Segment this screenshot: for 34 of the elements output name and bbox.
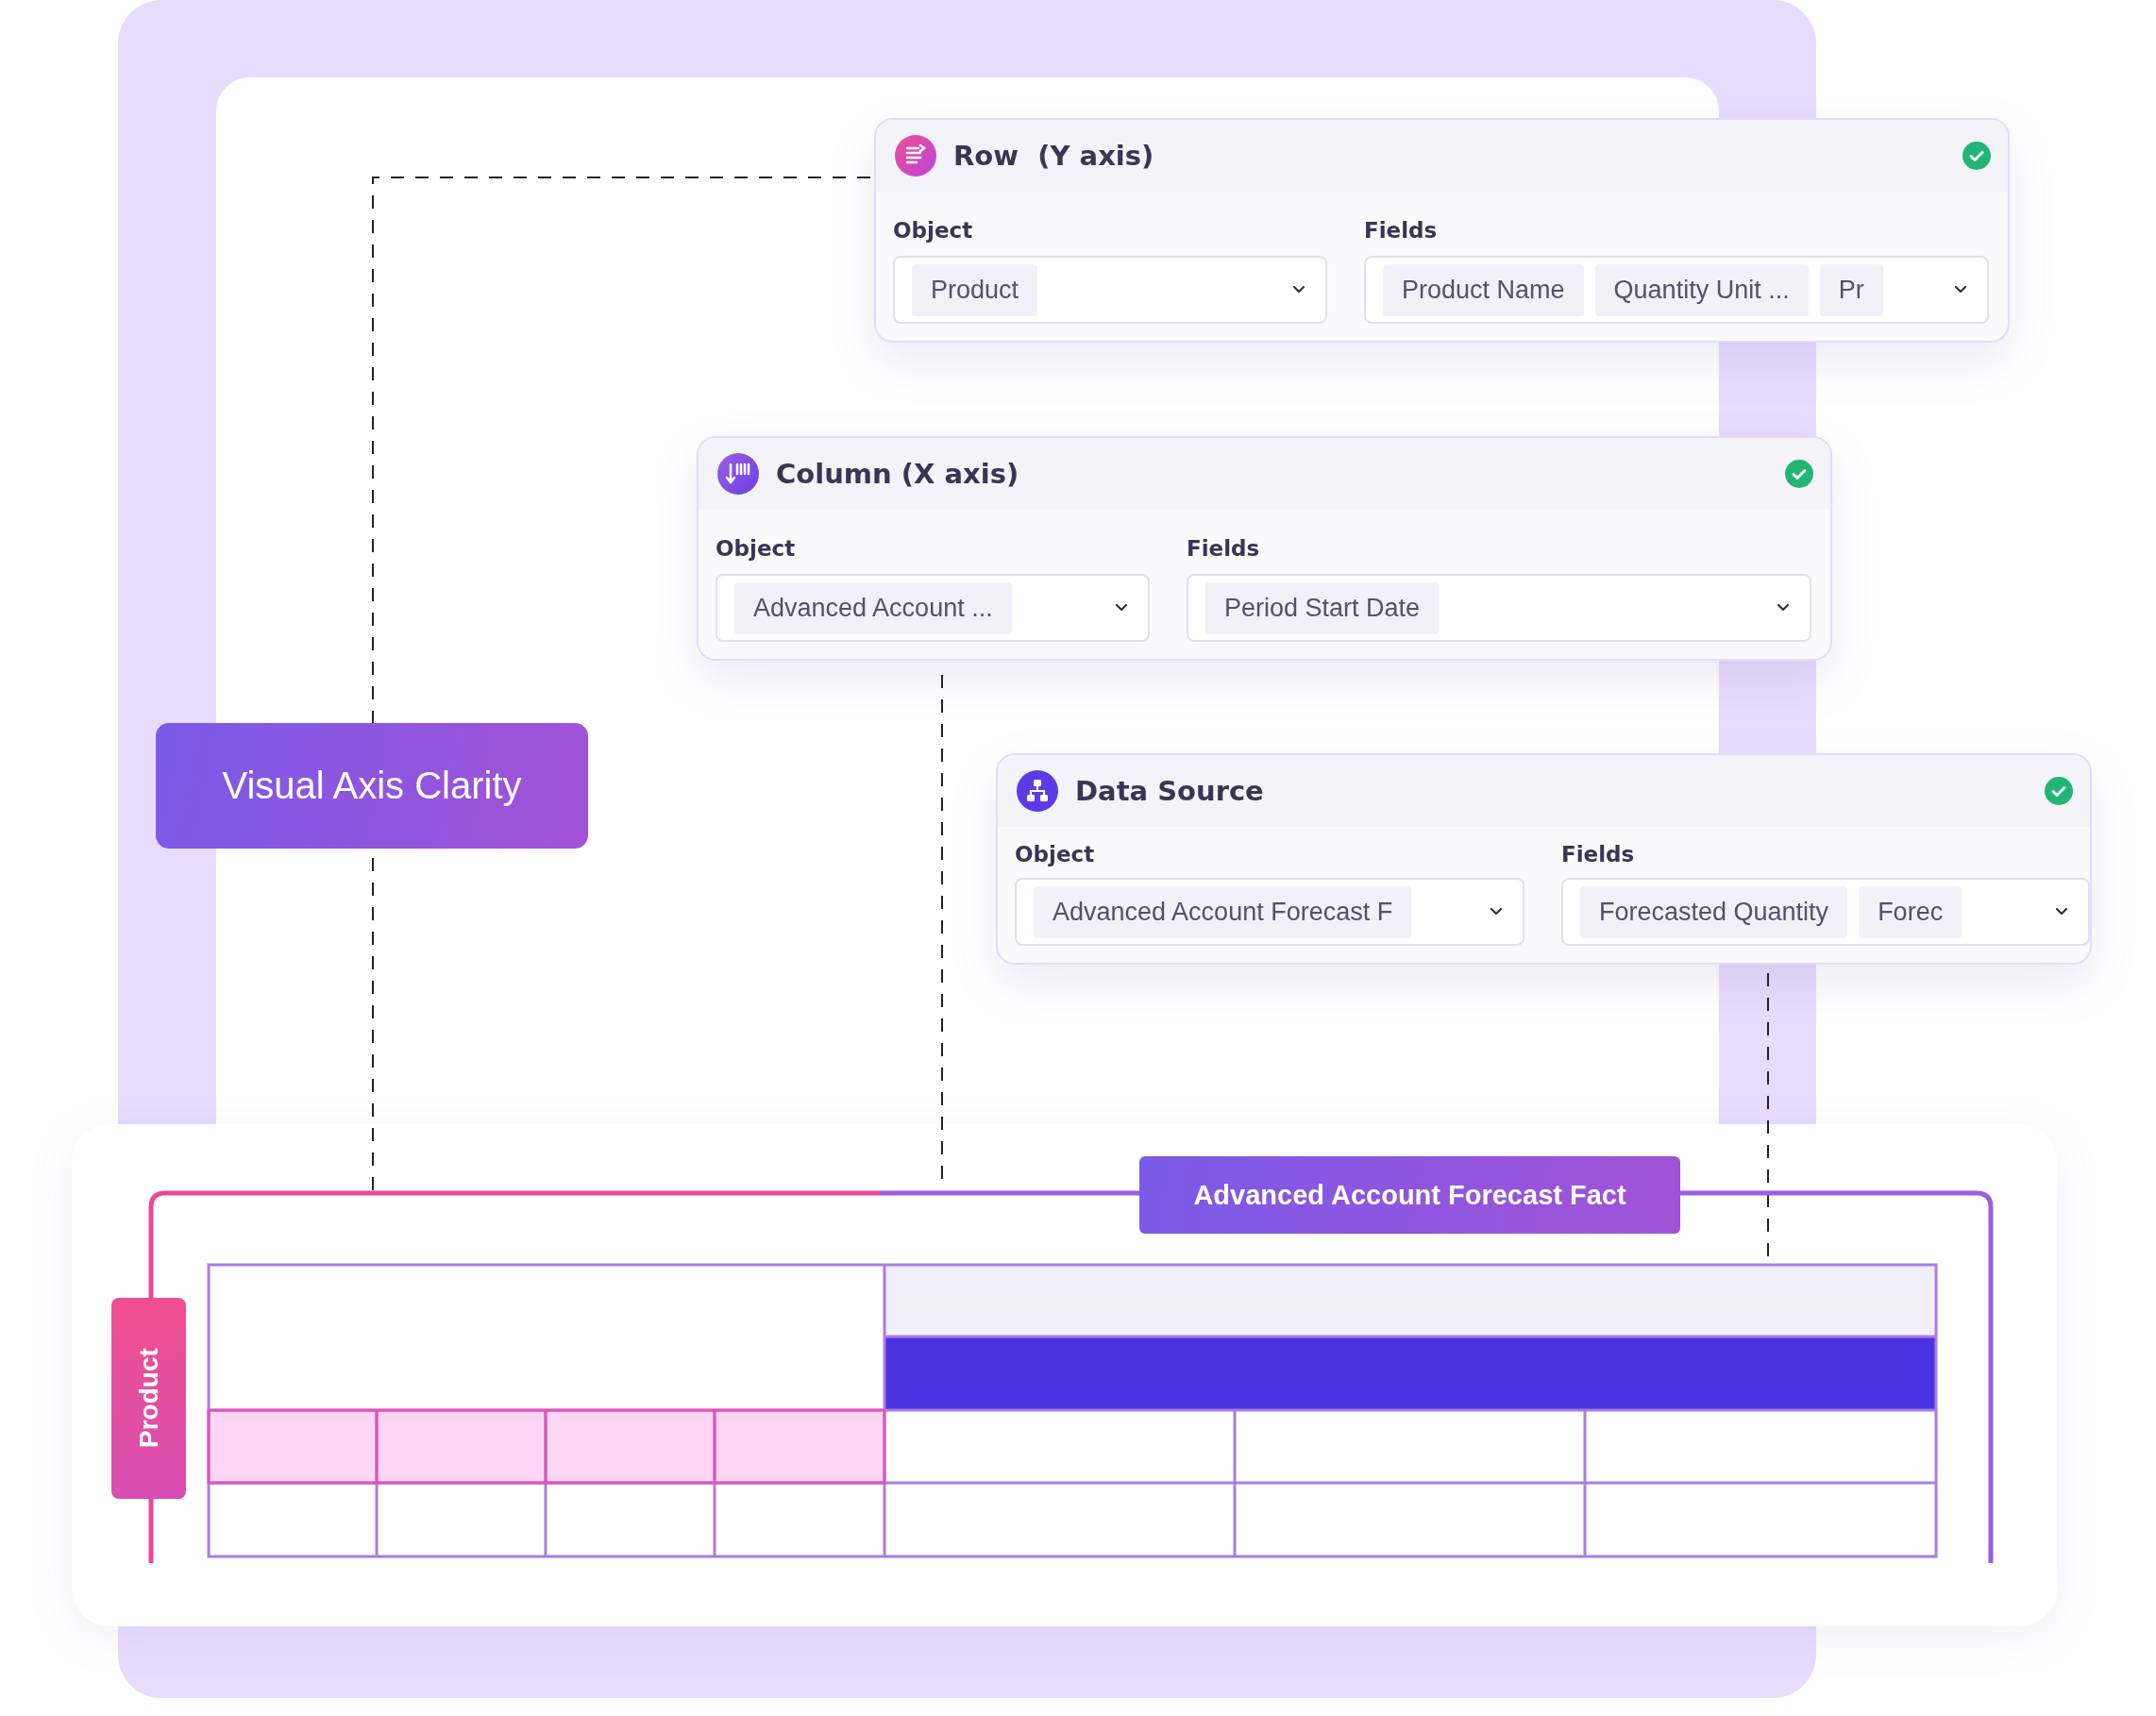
card-title: Row (Y axis)	[953, 140, 1155, 172]
chevron-down-icon	[1114, 603, 1129, 613]
fields-dropdown[interactable]: Forecasted Quantity Forec	[1561, 878, 2090, 946]
selected-value-chip: Advanced Account ...	[734, 581, 1012, 634]
field-label: Object	[716, 536, 797, 561]
chevron-down-icon	[1489, 907, 1504, 917]
selected-value-chip: Quantity Unit ...	[1594, 263, 1809, 316]
selected-value-chip: Forecasted Quantity	[1580, 885, 1848, 938]
field-label: Object	[1015, 842, 1096, 866]
feature-badge: Visual Axis Clarity	[156, 723, 588, 849]
card-title: Column (X axis)	[776, 458, 1020, 490]
table-title-label: Advanced Account Forecast Fact	[1139, 1156, 1680, 1234]
selected-value-chip: Product Name	[1383, 263, 1584, 316]
field-label: Fields	[1187, 536, 1261, 561]
object-dropdown[interactable]: Advanced Account Forecast F	[1015, 878, 1524, 946]
field-label: Object	[893, 218, 974, 243]
fields-dropdown[interactable]: Period Start Date	[1187, 574, 1811, 642]
row-axis-label: Product	[111, 1298, 186, 1499]
field-label: Fields	[1561, 842, 1636, 866]
chevron-down-icon	[1953, 285, 1968, 294]
object-dropdown[interactable]: Product	[893, 256, 1327, 324]
fields-dropdown[interactable]: Product Name Quantity Unit ... Pr	[1364, 256, 1989, 324]
chevron-down-icon	[1291, 285, 1306, 294]
field-label: Fields	[1364, 218, 1439, 243]
hierarchy-icon	[1017, 770, 1058, 812]
selected-value-chip: Pr	[1819, 263, 1883, 316]
card-title: Data Source	[1075, 775, 1265, 807]
selected-value-chip: Product	[912, 263, 1038, 316]
object-dropdown[interactable]: Advanced Account ...	[716, 574, 1150, 642]
selected-value-chip: Period Start Date	[1205, 581, 1440, 634]
chevron-down-icon	[2054, 907, 2069, 917]
chevron-down-icon	[1776, 603, 1791, 613]
selected-value-chip: Advanced Account Forecast F	[1034, 885, 1412, 938]
selected-value-chip: Forec	[1859, 885, 1962, 938]
